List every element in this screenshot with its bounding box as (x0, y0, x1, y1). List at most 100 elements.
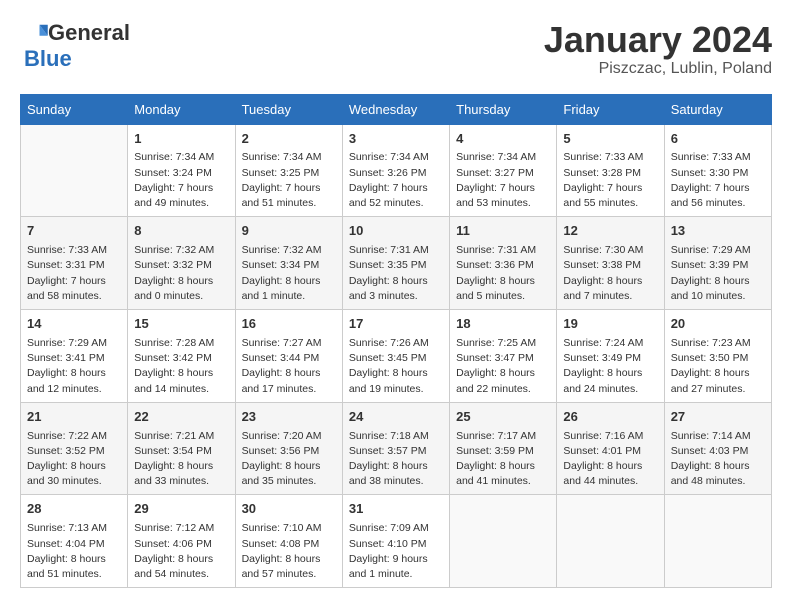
day-info: Sunrise: 7:34 AM Sunset: 3:26 PM Dayligh… (349, 150, 443, 211)
logo-icon (20, 22, 48, 44)
calendar-cell: 30 Sunrise: 7:10 AM Sunset: 4:08 PM Dayli… (235, 495, 342, 588)
calendar-cell: 5Sunrise: 7:33 AM Sunset: 3:28 PM Daylig… (557, 124, 664, 217)
calendar-cell: 3Sunrise: 7:34 AM Sunset: 3:26 PM Daylig… (342, 124, 449, 217)
calendar-cell (21, 124, 128, 217)
day-number: 4 (456, 130, 550, 149)
day-number: 26 (563, 408, 657, 427)
location: Piszczac, Lublin, Poland (544, 60, 772, 78)
logo-blue: Blue (20, 46, 72, 72)
day-number: 22 (134, 408, 228, 427)
day-number: 28 (27, 500, 121, 519)
weekday-header-wednesday: Wednesday (342, 94, 449, 124)
calendar-cell: 21 Sunrise: 7:22 AM Sunset: 3:52 PM Dayli… (21, 402, 128, 495)
weekday-header-thursday: Thursday (450, 94, 557, 124)
day-info: Sunrise: 7:24 AM Sunset: 3:49 PM Dayligh… (563, 336, 657, 397)
calendar-cell: 26 Sunrise: 7:16 AM Sunset: 4:01 PM Dayli… (557, 402, 664, 495)
day-number: 8 (134, 222, 228, 241)
day-number: 2 (242, 130, 336, 149)
day-number: 30 (242, 500, 336, 519)
calendar-cell: 28 Sunrise: 7:13 AM Sunset: 4:04 PM Dayli… (21, 495, 128, 588)
day-info: Sunrise: 7:34 AM Sunset: 3:24 PM Dayligh… (134, 150, 228, 211)
day-info: Sunrise: 7:33 AM Sunset: 3:28 PM Dayligh… (563, 150, 657, 211)
calendar-cell: 15 Sunrise: 7:28 AM Sunset: 3:42 PM Dayli… (128, 310, 235, 403)
logo: General Blue (20, 20, 130, 72)
day-number: 21 (27, 408, 121, 427)
calendar-cell (557, 495, 664, 588)
day-number: 25 (456, 408, 550, 427)
calendar-cell: 20 Sunrise: 7:23 AM Sunset: 3:50 PM Dayli… (664, 310, 771, 403)
day-info: Sunrise: 7:32 AM Sunset: 3:32 PM Dayligh… (134, 243, 228, 304)
day-info: Sunrise: 7:17 AM Sunset: 3:59 PM Dayligh… (456, 429, 550, 490)
day-info: Sunrise: 7:34 AM Sunset: 3:27 PM Dayligh… (456, 150, 550, 211)
day-number: 27 (671, 408, 765, 427)
weekday-header-monday: Monday (128, 94, 235, 124)
day-number: 1 (134, 130, 228, 149)
day-info: Sunrise: 7:29 AM Sunset: 3:41 PM Dayligh… (27, 336, 121, 397)
day-info: Sunrise: 7:16 AM Sunset: 4:01 PM Dayligh… (563, 429, 657, 490)
weekday-header-saturday: Saturday (664, 94, 771, 124)
day-info: Sunrise: 7:10 AM Sunset: 4:08 PM Dayligh… (242, 521, 336, 582)
day-info: Sunrise: 7:18 AM Sunset: 3:57 PM Dayligh… (349, 429, 443, 490)
day-number: 11 (456, 222, 550, 241)
calendar-cell: 6Sunrise: 7:33 AM Sunset: 3:30 PM Daylig… (664, 124, 771, 217)
calendar-cell: 24 Sunrise: 7:18 AM Sunset: 3:57 PM Dayli… (342, 402, 449, 495)
day-info: Sunrise: 7:28 AM Sunset: 3:42 PM Dayligh… (134, 336, 228, 397)
day-info: Sunrise: 7:31 AM Sunset: 3:36 PM Dayligh… (456, 243, 550, 304)
calendar-cell (450, 495, 557, 588)
calendar-cell: 8 Sunrise: 7:32 AM Sunset: 3:32 PM Daylig… (128, 217, 235, 310)
day-info: Sunrise: 7:09 AM Sunset: 4:10 PM Dayligh… (349, 521, 443, 582)
day-number: 15 (134, 315, 228, 334)
calendar-cell (664, 495, 771, 588)
day-info: Sunrise: 7:13 AM Sunset: 4:04 PM Dayligh… (27, 521, 121, 582)
day-number: 13 (671, 222, 765, 241)
day-info: Sunrise: 7:30 AM Sunset: 3:38 PM Dayligh… (563, 243, 657, 304)
calendar-cell: 25 Sunrise: 7:17 AM Sunset: 3:59 PM Dayli… (450, 402, 557, 495)
calendar-cell: 7Sunrise: 7:33 AM Sunset: 3:31 PM Daylig… (21, 217, 128, 310)
day-info: Sunrise: 7:27 AM Sunset: 3:44 PM Dayligh… (242, 336, 336, 397)
day-info: Sunrise: 7:31 AM Sunset: 3:35 PM Dayligh… (349, 243, 443, 304)
calendar-cell: 10Sunrise: 7:31 AM Sunset: 3:35 PM Dayli… (342, 217, 449, 310)
day-number: 20 (671, 315, 765, 334)
day-number: 12 (563, 222, 657, 241)
calendar-cell: 1Sunrise: 7:34 AM Sunset: 3:24 PM Daylig… (128, 124, 235, 217)
day-info: Sunrise: 7:34 AM Sunset: 3:25 PM Dayligh… (242, 150, 336, 211)
weekday-header-tuesday: Tuesday (235, 94, 342, 124)
month-title: January 2024 (544, 20, 772, 60)
day-number: 19 (563, 315, 657, 334)
calendar-cell: 17 Sunrise: 7:26 AM Sunset: 3:45 PM Dayli… (342, 310, 449, 403)
calendar-cell: 31Sunrise: 7:09 AM Sunset: 4:10 PM Dayli… (342, 495, 449, 588)
day-number: 17 (349, 315, 443, 334)
day-number: 24 (349, 408, 443, 427)
calendar-cell: 29Sunrise: 7:12 AM Sunset: 4:06 PM Dayli… (128, 495, 235, 588)
calendar-cell: 14Sunrise: 7:29 AM Sunset: 3:41 PM Dayli… (21, 310, 128, 403)
day-info: Sunrise: 7:20 AM Sunset: 3:56 PM Dayligh… (242, 429, 336, 490)
day-info: Sunrise: 7:25 AM Sunset: 3:47 PM Dayligh… (456, 336, 550, 397)
calendar-cell: 19 Sunrise: 7:24 AM Sunset: 3:49 PM Dayli… (557, 310, 664, 403)
day-info: Sunrise: 7:33 AM Sunset: 3:30 PM Dayligh… (671, 150, 765, 211)
day-info: Sunrise: 7:26 AM Sunset: 3:45 PM Dayligh… (349, 336, 443, 397)
weekday-header-sunday: Sunday (21, 94, 128, 124)
day-number: 18 (456, 315, 550, 334)
day-info: Sunrise: 7:22 AM Sunset: 3:52 PM Dayligh… (27, 429, 121, 490)
calendar-cell: 27 Sunrise: 7:14 AM Sunset: 4:03 PM Dayli… (664, 402, 771, 495)
title-block: January 2024 Piszczac, Lublin, Poland (544, 20, 772, 78)
calendar-cell: 13Sunrise: 7:29 AM Sunset: 3:39 PM Dayli… (664, 217, 771, 310)
calendar-week-row: 28 Sunrise: 7:13 AM Sunset: 4:04 PM Dayli… (21, 495, 772, 588)
day-number: 7 (27, 222, 121, 241)
day-info: Sunrise: 7:21 AM Sunset: 3:54 PM Dayligh… (134, 429, 228, 490)
weekday-header-row: SundayMondayTuesdayWednesdayThursdayFrid… (21, 94, 772, 124)
calendar-cell: 11 Sunrise: 7:31 AM Sunset: 3:36 PM Dayli… (450, 217, 557, 310)
day-number: 23 (242, 408, 336, 427)
day-info: Sunrise: 7:14 AM Sunset: 4:03 PM Dayligh… (671, 429, 765, 490)
calendar-cell: 23 Sunrise: 7:20 AM Sunset: 3:56 PM Dayli… (235, 402, 342, 495)
day-number: 5 (563, 130, 657, 149)
day-number: 29 (134, 500, 228, 519)
calendar-cell: 12 Sunrise: 7:30 AM Sunset: 3:38 PM Dayli… (557, 217, 664, 310)
day-number: 9 (242, 222, 336, 241)
logo-general: General (48, 20, 130, 46)
calendar-cell: 2Sunrise: 7:34 AM Sunset: 3:25 PM Daylig… (235, 124, 342, 217)
calendar-week-row: 21 Sunrise: 7:22 AM Sunset: 3:52 PM Dayli… (21, 402, 772, 495)
weekday-header-friday: Friday (557, 94, 664, 124)
day-info: Sunrise: 7:23 AM Sunset: 3:50 PM Dayligh… (671, 336, 765, 397)
day-number: 6 (671, 130, 765, 149)
